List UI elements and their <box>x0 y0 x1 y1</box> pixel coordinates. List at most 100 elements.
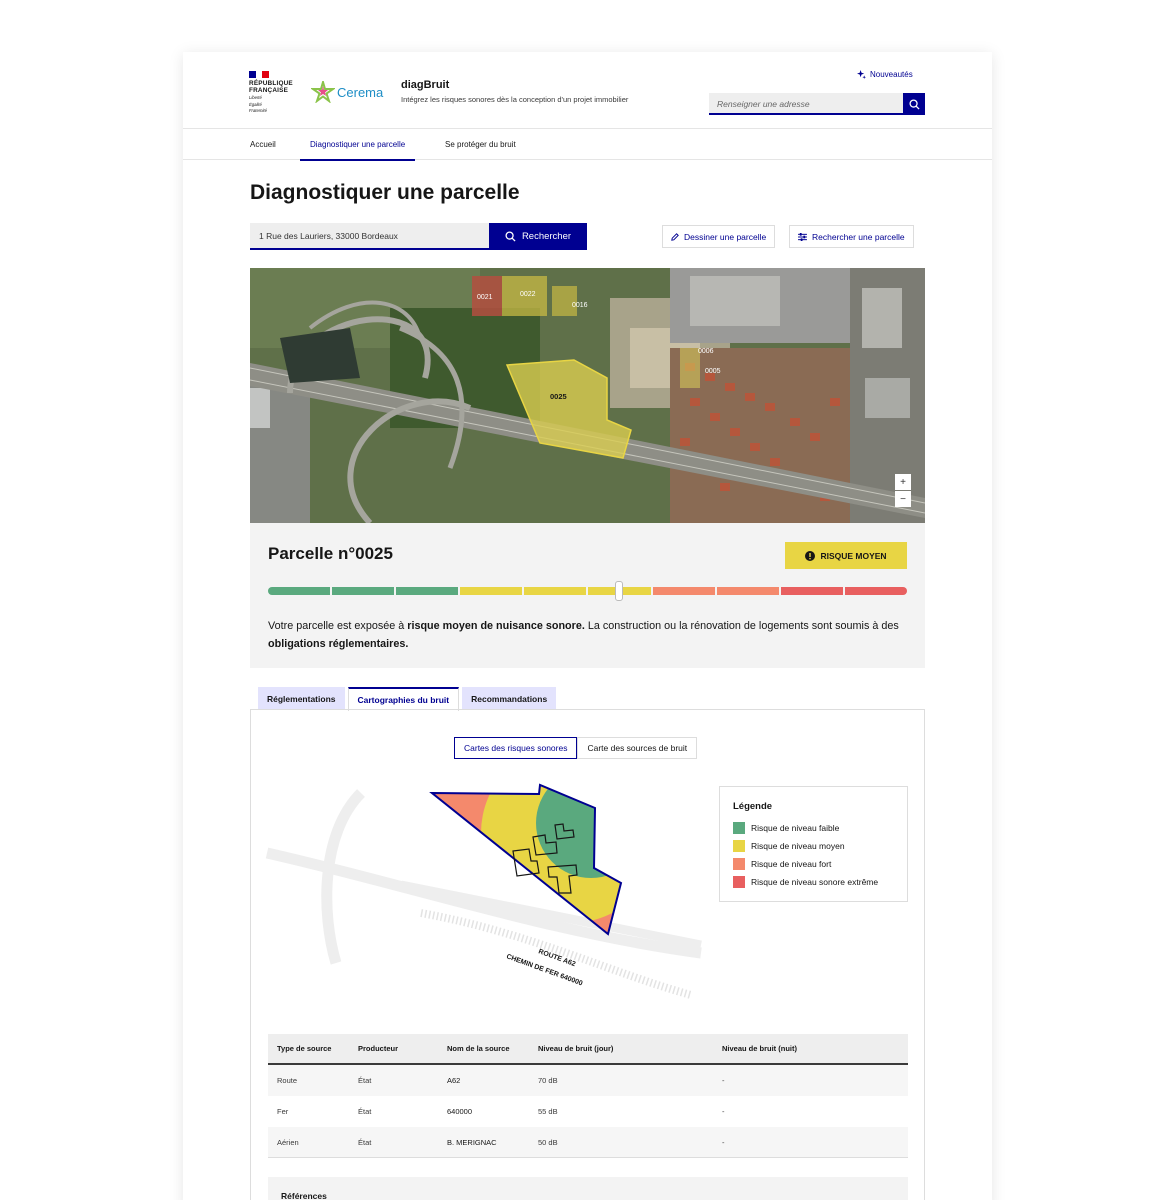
address-search-input[interactable]: 1 Rue des Lauriers, 33000 Bordeaux <box>250 223 489 250</box>
address-search: 1 Rue des Lauriers, 33000 Bordeaux Reche… <box>250 223 587 250</box>
devise-1: Liberté <box>249 95 262 100</box>
legend-title: Légende <box>733 801 773 812</box>
scale-segment <box>460 587 523 595</box>
logo-line-2: FRANÇAISE <box>249 87 289 94</box>
devise-2: Égalité <box>249 101 262 107</box>
search-button[interactable]: Rechercher <box>489 223 587 250</box>
app-title: diagBruit <box>401 79 450 91</box>
header-search-input[interactable]: Renseigner une adresse <box>709 93 903 115</box>
table-cell: 50 dB <box>538 1137 558 1147</box>
sparkle-icon <box>857 70 866 79</box>
table-cell: État <box>358 1107 372 1116</box>
scale-segment <box>652 587 715 595</box>
nav-item-accueil[interactable]: Accueil <box>250 129 276 160</box>
news-link-label: Nouveautés <box>870 70 913 79</box>
pencil-icon <box>671 232 679 241</box>
tab-reglementations[interactable]: Réglementations <box>258 687 345 710</box>
references-section[interactable]: Références <box>268 1177 908 1200</box>
legend-item: Risque de niveau moyen <box>733 837 894 855</box>
desc-bold-2: obligations réglementaires. <box>268 638 409 650</box>
col-header: Producteur <box>358 1044 399 1053</box>
table-row: Fer État 640000 55 dB - <box>268 1096 908 1127</box>
col-header: Niveau de bruit (jour) <box>538 1044 614 1053</box>
table-row: Aérien État B. MERIGNAC 50 dB - <box>268 1127 908 1158</box>
noise-sources-table: Type de source Producteur Nom de la sour… <box>268 1034 908 1158</box>
search-parcel-button[interactable]: Rechercher une parcelle <box>789 225 914 248</box>
scale-segment <box>524 587 587 595</box>
parcel-label-0021[interactable]: 0021 <box>477 294 493 301</box>
desc-bold-1: risque moyen de nuisance sonore. <box>407 620 585 632</box>
parcel-description: Votre parcelle est exposée à risque moye… <box>268 617 908 653</box>
table-cell: Route <box>277 1076 298 1085</box>
table-cell: - <box>722 1076 725 1085</box>
cerema-logo[interactable]: Cerema <box>311 80 383 104</box>
parcel-label-0022[interactable]: 0022 <box>520 291 536 298</box>
desc-text-2: La construction ou la rénovation de loge… <box>584 620 899 632</box>
satellite-map[interactable]: 0021 0022 0016 0025 0006 0005 + − <box>250 268 925 523</box>
toggle-source-map[interactable]: Carte des sources de bruit <box>577 737 698 759</box>
page-card: RÉPUBLIQUE FRANÇAISE Liberté Égalité Fra… <box>183 52 992 1200</box>
risk-badge: RISQUE MOYEN <box>785 542 907 569</box>
risk-scale-cursor <box>615 581 624 601</box>
republique-francaise-logo[interactable]: RÉPUBLIQUE FRANÇAISE Liberté Égalité Fra… <box>249 71 297 114</box>
header-search-button[interactable] <box>903 93 925 115</box>
search-button-label: Rechercher <box>521 231 572 242</box>
filter-icon <box>798 232 807 241</box>
legend: Légende Risque de niveau faible Risque d… <box>719 786 908 902</box>
alert-icon <box>805 550 816 561</box>
risk-badge-label: RISQUE MOYEN <box>820 550 887 561</box>
draw-parcel-button[interactable]: Dessiner une parcelle <box>662 225 776 248</box>
site-header: RÉPUBLIQUE FRANÇAISE Liberté Égalité Fra… <box>183 52 992 129</box>
nav-item-diagnostiquer[interactable]: Diagnostiquer une parcelle <box>299 129 416 161</box>
legend-label: Risque de niveau sonore extrême <box>751 877 879 887</box>
diagram-canvas: ROUTE A62 CHEMIN DE FER 640000 <box>265 783 702 999</box>
table-cell: B. MERIGNAC <box>447 1137 497 1147</box>
parcel-label-0025[interactable]: 0025 <box>550 392 567 401</box>
legend-item: Risque de niveau fort <box>733 855 894 873</box>
table-cell: 640000 <box>447 1107 473 1116</box>
devise-3: Fraternité <box>249 108 267 114</box>
tabs: Réglementations Cartographies du bruit R… <box>258 687 557 711</box>
legend-swatch <box>733 858 745 870</box>
tab-panel: Cartes des risques sonores Carte des sou… <box>250 709 925 1200</box>
tab-cartographies[interactable]: Cartographies du bruit <box>347 687 460 711</box>
parcel-label-0005[interactable]: 0005 <box>705 368 721 375</box>
col-header: Type de source <box>277 1044 332 1053</box>
tab-recommandations[interactable]: Recommandations <box>462 687 557 710</box>
legend-label: Risque de niveau faible <box>751 823 840 833</box>
legend-item: Risque de niveau sonore extrême <box>733 873 894 891</box>
col-header: Niveau de bruit (nuit) <box>722 1044 797 1053</box>
table-cell: - <box>722 1107 725 1116</box>
legend-swatch <box>733 822 745 834</box>
cerema-wordmark: Cerema <box>337 84 384 100</box>
draw-parcel-label: Dessiner une parcelle <box>684 231 767 242</box>
table-cell: Aérien <box>277 1137 299 1147</box>
news-link[interactable]: Nouveautés <box>857 70 913 79</box>
search-parcel-label: Rechercher une parcelle <box>812 231 905 242</box>
scale-segment <box>396 587 459 595</box>
zoom-in-button[interactable]: + <box>895 474 911 490</box>
table-row: Route État A62 70 dB - <box>268 1065 908 1096</box>
legend-label: Risque de niveau moyen <box>751 841 845 851</box>
noise-risk-diagram: ROUTE A62 CHEMIN DE FER 640000 <box>251 773 711 1023</box>
legend-swatch <box>733 876 745 888</box>
table-cell: - <box>722 1137 725 1147</box>
legend-label: Risque de niveau fort <box>751 859 832 869</box>
toggle-risk-maps[interactable]: Cartes des risques sonores <box>454 737 578 759</box>
scale-segment <box>268 587 331 595</box>
nav-item-se-proteger[interactable]: Se protéger du bruit <box>445 129 516 160</box>
scale-segment <box>332 587 395 595</box>
table-cell: État <box>358 1137 372 1147</box>
scale-segment <box>844 587 907 595</box>
search-icon <box>505 231 516 242</box>
desc-text-1: Votre parcelle est exposée à <box>268 620 408 632</box>
table-cell: 70 dB <box>538 1076 558 1085</box>
scale-segment <box>780 587 843 595</box>
app-tagline: Intégrez les risques sonores dès la conc… <box>401 95 629 104</box>
logo-line-1: RÉPUBLIQUE <box>249 80 293 87</box>
parcel-label-0006[interactable]: 0006 <box>698 348 714 355</box>
parcel-label-0016[interactable]: 0016 <box>572 302 588 309</box>
zoom-out-button[interactable]: − <box>895 491 911 507</box>
parcel-title: Parcelle n°0025 <box>268 544 393 563</box>
table-cell: État <box>358 1076 372 1085</box>
